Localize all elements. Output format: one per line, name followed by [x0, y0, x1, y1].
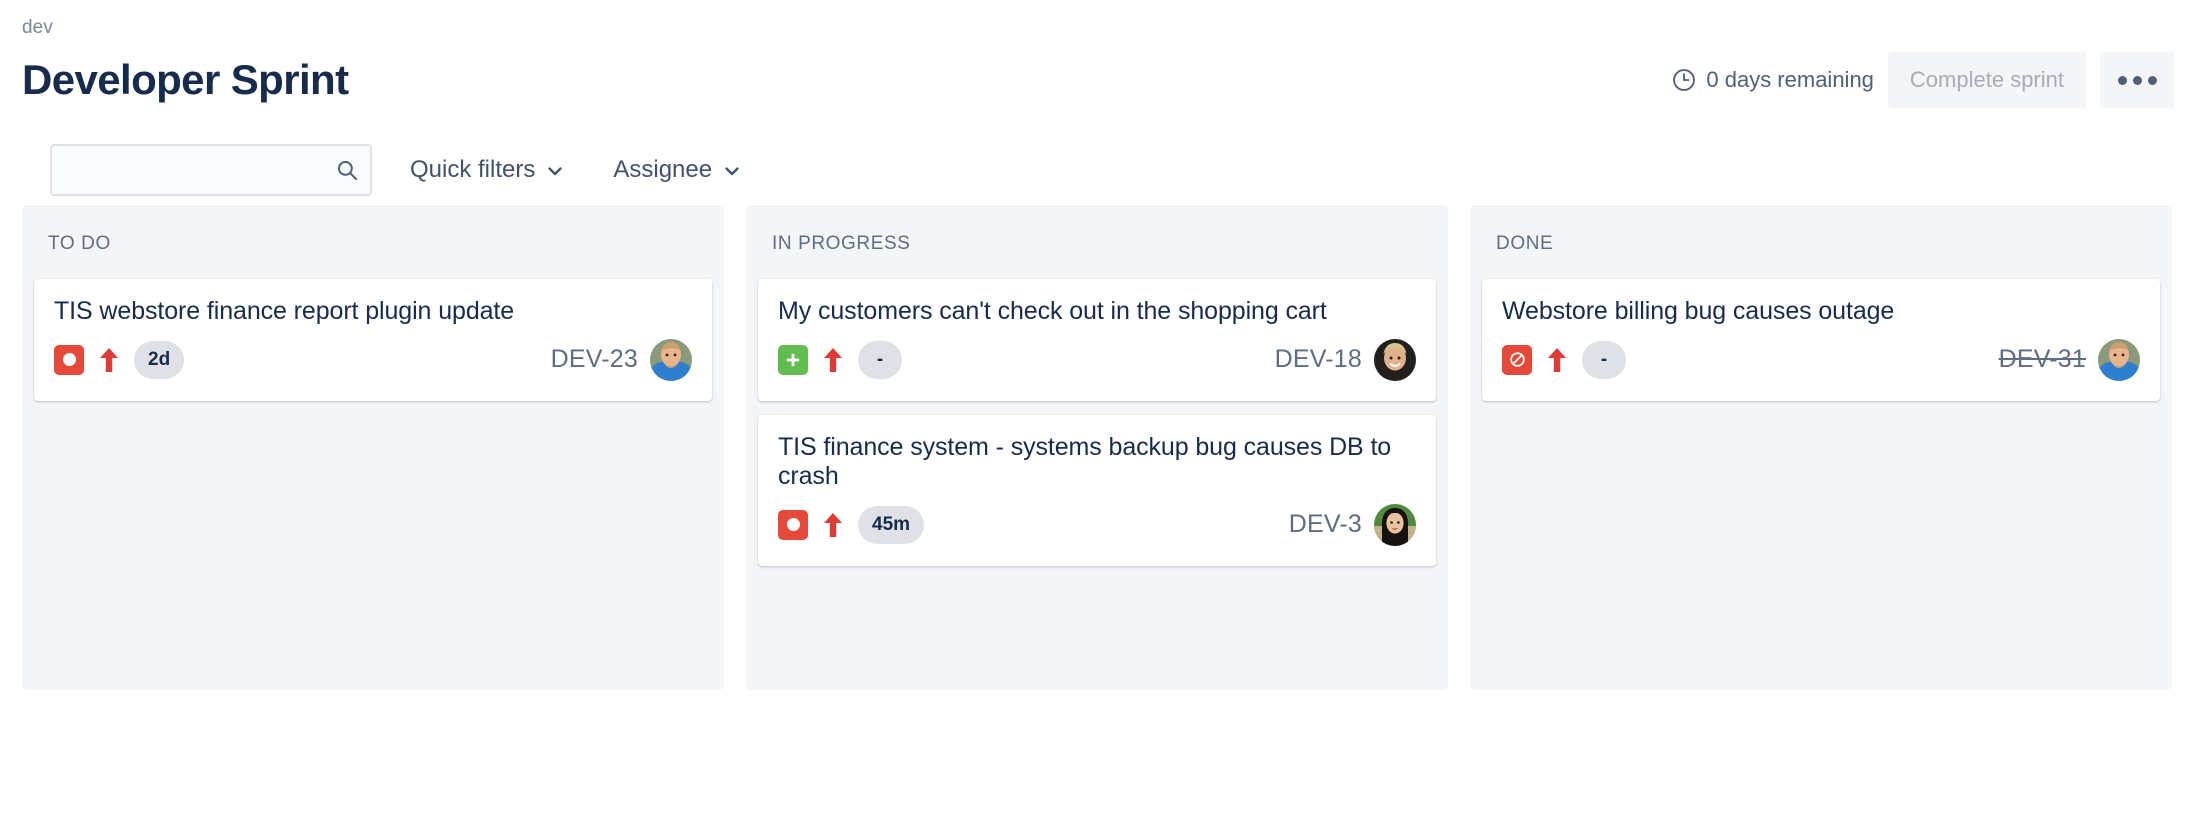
quick-filters-label: Quick filters	[410, 156, 535, 184]
more-horizontal-icon	[2148, 76, 2157, 85]
column-card-list: Webstore billing bug causes outage - DEV-3…	[1482, 279, 2160, 401]
arrow-up-icon	[1546, 346, 1568, 374]
issue-meta-left: 2d	[54, 341, 184, 379]
avatar	[2098, 339, 2140, 381]
board-header: dev Developer Sprint 0 days remaining Co…	[20, 0, 2174, 135]
column-header: TO DO	[34, 217, 712, 261]
issue-meta-right: DEV-18	[1275, 339, 1416, 381]
board-column: TO DO TIS webstore finance report plugin …	[22, 205, 724, 690]
issue-card-footer: - DEV-31	[1502, 339, 2140, 381]
arrow-up-icon	[822, 511, 844, 539]
board-column: DONE Webstore billing bug causes outage - D…	[1470, 205, 2172, 690]
issue-card-footer: 2d DEV-23	[54, 339, 692, 381]
more-horizontal-icon	[2133, 76, 2142, 85]
title-row: Developer Sprint 0 days remaining Comple…	[20, 52, 2174, 108]
issue-key[interactable]: DEV-3	[1289, 510, 1362, 539]
issue-meta-right: DEV-23	[551, 339, 692, 381]
issue-meta-left: 45m	[778, 506, 924, 544]
issue-summary: TIS webstore finance report plugin updat…	[54, 297, 692, 327]
board-columns: TO DO TIS webstore finance report plugin …	[20, 205, 2174, 690]
issue-key[interactable]: DEV-31	[1999, 345, 2086, 374]
days-remaining: 0 days remaining	[1671, 67, 1874, 93]
avatar	[1374, 504, 1416, 546]
estimate-badge: 45m	[858, 506, 924, 544]
issue-meta-right: DEV-31	[1999, 339, 2140, 381]
issue-card-footer: - DEV-18	[778, 339, 1416, 381]
search-input[interactable]	[50, 144, 372, 196]
search-field-wrapper	[50, 144, 372, 196]
clock-icon	[1671, 67, 1697, 93]
issue-card[interactable]: Webstore billing bug causes outage - DEV-3…	[1482, 279, 2160, 401]
bug-resolved-icon	[1502, 345, 1532, 375]
quick-filters-dropdown[interactable]: Quick filters	[400, 148, 575, 192]
bug-icon	[54, 345, 84, 375]
column-card-list: TIS webstore finance report plugin updat…	[34, 279, 712, 401]
board-column: IN PROGRESS My customers can't check out …	[746, 205, 1448, 690]
task-plus-icon	[778, 345, 808, 375]
issue-key[interactable]: DEV-18	[1275, 345, 1362, 374]
bug-icon-dot	[63, 353, 76, 366]
chevron-down-icon	[722, 160, 742, 180]
issue-card[interactable]: My customers can't check out in the shop…	[758, 279, 1436, 401]
issue-summary: Webstore billing bug causes outage	[1502, 297, 2140, 327]
issue-meta-right: DEV-3	[1289, 504, 1416, 546]
avatar	[650, 339, 692, 381]
arrow-up-icon	[822, 346, 844, 374]
avatar	[1374, 339, 1416, 381]
filter-bar: Quick filters Assignee	[20, 141, 2174, 199]
days-remaining-label: 0 days remaining	[1706, 67, 1874, 93]
complete-sprint-button[interactable]: Complete sprint	[1888, 52, 2086, 108]
issue-meta-left: -	[1502, 341, 1626, 379]
column-header: DONE	[1482, 217, 2160, 261]
issue-summary: My customers can't check out in the shop…	[778, 297, 1416, 327]
bug-icon	[778, 510, 808, 540]
issue-card-footer: 45m DEV-3	[778, 504, 1416, 546]
issue-card[interactable]: TIS finance system - systems backup bug …	[758, 415, 1436, 566]
page-title: Developer Sprint	[22, 56, 348, 104]
assignee-dropdown[interactable]: Assignee	[603, 148, 752, 192]
header-actions: 0 days remaining Complete sprint	[1671, 52, 2174, 108]
assignee-label: Assignee	[613, 156, 712, 184]
estimate-badge: 2d	[134, 341, 184, 379]
estimate-badge: -	[1582, 341, 1626, 379]
chevron-down-icon	[545, 160, 565, 180]
column-card-list: My customers can't check out in the shop…	[758, 279, 1436, 566]
more-horizontal-icon	[2118, 76, 2127, 85]
estimate-badge: -	[858, 341, 902, 379]
issue-meta-left: -	[778, 341, 902, 379]
issue-key[interactable]: DEV-23	[551, 345, 638, 374]
issue-summary: TIS finance system - systems backup bug …	[778, 433, 1416, 492]
breadcrumb[interactable]: dev	[20, 16, 2174, 40]
bug-icon-dot	[787, 518, 800, 531]
column-header: IN PROGRESS	[758, 217, 1436, 261]
issue-card[interactable]: TIS webstore finance report plugin updat…	[34, 279, 712, 401]
arrow-up-icon	[98, 346, 120, 374]
jira-sprint-board: dev Developer Sprint 0 days remaining Co…	[0, 0, 2194, 824]
board-more-actions-button[interactable]	[2100, 52, 2174, 108]
